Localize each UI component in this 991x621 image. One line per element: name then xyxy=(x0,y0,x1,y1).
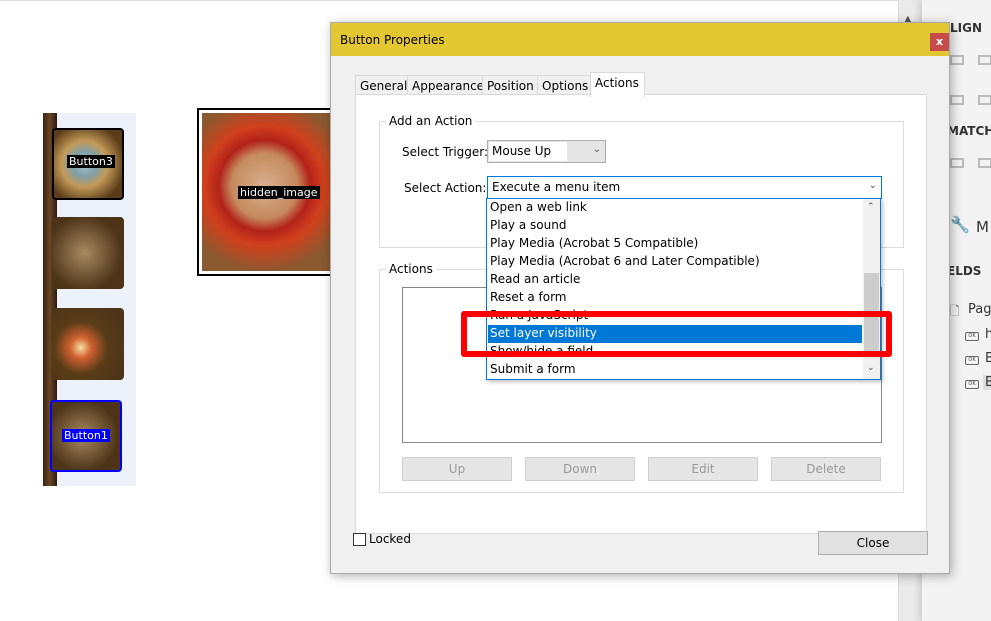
option-read-article[interactable]: Read an article xyxy=(488,271,862,289)
align-icon[interactable] xyxy=(950,55,964,65)
tree-item[interactable]: B xyxy=(985,351,991,366)
trigger-select[interactable]: Mouse Up ⌄ xyxy=(487,140,606,163)
tree-item[interactable]: Pag xyxy=(968,302,991,317)
scroll-down-icon[interactable]: ⌄ xyxy=(867,363,875,373)
align-center-icon[interactable] xyxy=(978,55,991,65)
action-value: Execute a menu item xyxy=(489,178,861,197)
group-legend: Add an Action xyxy=(386,114,476,128)
chevron-down-icon: ⌄ xyxy=(868,180,877,191)
align-top-icon[interactable] xyxy=(950,95,964,105)
align-heading: LIGN xyxy=(950,21,983,35)
close-icon[interactable]: x xyxy=(930,33,949,51)
button-strip: Button3 Button1 xyxy=(43,113,136,486)
trigger-value: Mouse Up xyxy=(489,142,567,161)
edit-button[interactable]: Edit xyxy=(648,457,758,481)
close-button[interactable]: Close xyxy=(818,531,928,555)
tab-appearance[interactable]: Appearance xyxy=(407,75,484,96)
button-field-icon: OK xyxy=(965,356,979,365)
fireball-button-field[interactable] xyxy=(52,308,124,380)
button-field-icon: OK xyxy=(965,380,979,389)
match-width-icon[interactable] xyxy=(950,158,964,168)
field-label: Button3 xyxy=(67,155,115,168)
action-select[interactable]: Execute a menu item ⌄ xyxy=(487,176,882,199)
more-label[interactable]: M xyxy=(976,218,989,236)
align-middle-icon[interactable] xyxy=(978,95,991,105)
tab-options[interactable]: Options xyxy=(537,75,591,96)
tree-item[interactable]: h xyxy=(985,327,991,342)
match-size-heading: MATCH S xyxy=(947,124,991,138)
dialog-titlebar[interactable]: Button Properties x xyxy=(331,23,949,56)
dialog-title: Button Properties xyxy=(340,33,445,47)
action-label: Select Action: xyxy=(404,181,487,195)
up-button[interactable]: Up xyxy=(402,457,512,481)
option-play-media-6[interactable]: Play Media (Acrobat 6 and Later Compatib… xyxy=(488,253,862,271)
group-legend: Actions xyxy=(386,262,436,276)
down-button[interactable]: Down xyxy=(525,457,635,481)
delete-button[interactable]: Delete xyxy=(771,457,881,481)
fields-heading: ELDS xyxy=(947,264,982,278)
option-reset-form[interactable]: Reset a form xyxy=(488,289,862,307)
tab-general[interactable]: General xyxy=(355,75,408,96)
button3-field[interactable]: Button3 xyxy=(52,128,124,200)
tab-actions[interactable]: Actions xyxy=(590,72,645,97)
option-play-media-5[interactable]: Play Media (Acrobat 5 Compatible) xyxy=(488,235,862,253)
locked-label: Locked xyxy=(369,532,411,546)
trigger-label: Select Trigger: xyxy=(402,145,489,159)
scroll-up-icon[interactable]: ⌃ xyxy=(867,202,875,212)
page-icon: 🗋 xyxy=(950,304,960,318)
highlight-annotation xyxy=(461,311,892,357)
tab-position[interactable]: Position xyxy=(482,75,538,96)
option-submit-form[interactable]: Submit a form xyxy=(488,361,862,379)
field-label: Button1 xyxy=(62,429,110,442)
field-label: hidden_image xyxy=(238,186,320,199)
tools-icon[interactable]: 🔧 xyxy=(950,215,970,234)
match-height-icon[interactable] xyxy=(978,158,991,168)
option-play-sound[interactable]: Play a sound xyxy=(488,217,862,235)
locked-checkbox[interactable] xyxy=(353,533,366,546)
chest-button-field[interactable] xyxy=(52,217,124,289)
chevron-down-icon: ⌄ xyxy=(592,144,601,155)
button-field-icon: OK xyxy=(965,332,979,341)
button1-field[interactable]: Button1 xyxy=(50,400,122,472)
hidden-image-field[interactable]: hidden_image xyxy=(197,108,337,276)
option-open-web-link[interactable]: Open a web link xyxy=(488,199,862,217)
tree-item-selected[interactable]: B xyxy=(983,375,991,390)
